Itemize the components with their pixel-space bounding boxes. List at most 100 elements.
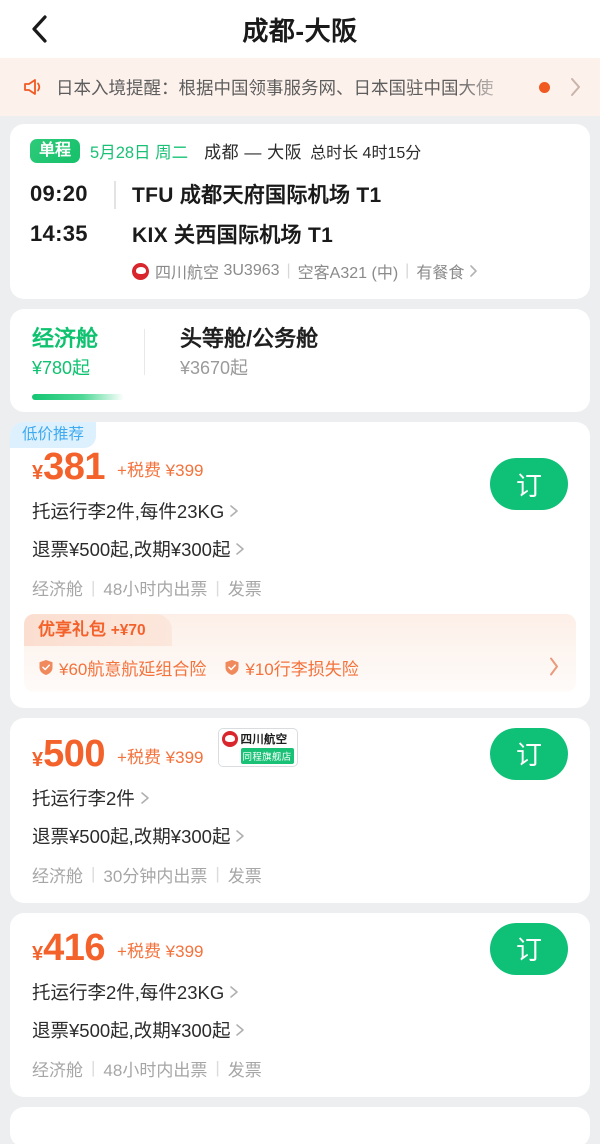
baggage-label: 托运行李2件,每件23KG — [32, 981, 225, 1003]
departure-date: 5月28日 周二 — [90, 143, 189, 162]
gift-package-block[interactable]: 优享礼包 +¥70 ¥60航意航延组合险 ¥10行李损失险 — [24, 614, 576, 692]
divider: | — [91, 1058, 96, 1077]
fare-meta-cabin: 经济舱 — [32, 1060, 83, 1080]
order-button[interactable]: 订 — [490, 727, 568, 780]
order-button[interactable]: 订 — [490, 922, 568, 975]
refund-change-info[interactable]: 退票¥500起,改期¥300起 — [32, 1017, 568, 1043]
chevron-left-icon — [30, 13, 50, 45]
chevron-right-icon — [568, 75, 584, 99]
cabin-class-tabs: 经济舱 ¥780起 头等舱/公务舱 ¥3670起 — [10, 309, 590, 412]
currency-symbol: ¥ — [32, 748, 44, 771]
refund-change-label: 退票¥500起,改期¥300起 — [32, 825, 231, 847]
departure-time: 09:20 — [30, 181, 88, 206]
insurance-item-2: ¥10行李损失险 — [224, 655, 359, 680]
airline-name: 四川航空 — [155, 265, 220, 282]
arrival-time: 14:35 — [30, 221, 88, 246]
fare-price: 416 — [43, 926, 106, 969]
price-row: ¥ 381 +税费 ¥399 — [32, 448, 568, 486]
active-tab-indicator — [32, 393, 124, 400]
baggage-info[interactable]: 托运行李2件 — [32, 785, 568, 811]
meal-info: 有餐食 — [416, 265, 465, 282]
chevron-right-icon — [139, 789, 151, 807]
divider: | — [405, 262, 410, 279]
tab-first-business[interactable]: 头等舱/公务舱 ¥3670起 — [144, 325, 318, 400]
fare-meta-invoice: 发票 — [227, 1060, 262, 1080]
tab-economy-label: 经济舱 — [32, 326, 99, 351]
baggage-label: 托运行李2件,每件23KG — [32, 501, 225, 522]
airline-badge-sub: 同程旗舰店 — [240, 747, 294, 764]
fare-meta-cabin: 经济舱 — [32, 866, 83, 886]
fare-price: 381 — [43, 446, 106, 488]
sichuan-airlines-logo-icon — [221, 730, 238, 747]
divider: | — [215, 577, 220, 597]
insurance-item-1: ¥60航意航延组合险 — [38, 655, 206, 680]
tab-first-business-label: 头等舱/公务舱 — [180, 326, 319, 351]
chevron-right-icon — [234, 827, 246, 845]
chevron-right-icon[interactable] — [546, 653, 562, 684]
airline-badge-name: 四川航空 — [240, 733, 288, 746]
fare-meta-row: 经济舱 | 30分钟内出票 | 发票 — [32, 862, 568, 887]
fare-meta-row: 经济舱 | 48小时内出票 | 发票 — [32, 575, 568, 600]
fare-card: 低价推荐 ¥ 381 +税费 ¥399 托运行李2件,每件23KG 退票¥500… — [10, 421, 590, 708]
gift-package-header: 优享礼包 +¥70 — [24, 614, 172, 646]
currency-symbol: ¥ — [32, 942, 44, 965]
megaphone-icon — [22, 77, 48, 97]
fare-card: ¥ 416 +税费 ¥399 托运行李2件,每件23KG 退票¥500起,改期¥… — [10, 912, 590, 1097]
chevron-right-icon — [228, 983, 240, 1001]
refund-change-label: 退票¥500起,改期¥300起 — [32, 1019, 231, 1041]
fare-meta-invoice: 发票 — [227, 580, 262, 599]
chevron-right-icon — [234, 540, 246, 558]
gift-package-amount: +¥70 — [110, 622, 146, 639]
insurance-label-2: ¥10行李损失险 — [245, 659, 359, 679]
fare-meta-issue: 48小时内出票 — [103, 580, 208, 599]
chevron-right-icon — [234, 1021, 246, 1039]
insurance-label-1: ¥60航意航延组合险 — [59, 659, 207, 679]
divider: | — [215, 864, 220, 883]
divider: | — [91, 864, 96, 883]
fare-meta-cabin: 经济舱 — [32, 580, 83, 599]
navigation-bar: 成都-大阪 — [0, 0, 600, 58]
aircraft-type: 空客A321 (中) — [297, 265, 399, 282]
currency-symbol: ¥ — [32, 462, 44, 484]
refund-change-label: 退票¥500起,改期¥300起 — [32, 539, 231, 560]
price-row: ¥ 416 +税费 ¥399 — [32, 929, 568, 967]
refund-change-info[interactable]: 退票¥500起,改期¥300起 — [32, 823, 568, 849]
flight-detail-card: 单程 5月28日 周二 成都 — 大阪 总时长 4时15分 09:20 TFU … — [10, 124, 590, 299]
baggage-info[interactable]: 托运行李2件,每件23KG — [32, 979, 568, 1005]
back-button[interactable] — [18, 0, 62, 58]
fare-price: 500 — [43, 732, 106, 775]
refund-change-info[interactable]: 退票¥500起,改期¥300起 — [32, 536, 568, 562]
flight-segment-block-arrival: 14:35 KIX 关西国际机场 T1 四川航空 3U3963 | 空客A321… — [10, 209, 590, 283]
baggage-info[interactable]: 托运行李2件,每件23KG — [32, 498, 568, 524]
fare-card: ¥ 500 +税费 ¥399 四川航空 同程旗舰店 托运行李2件 退票¥500起… — [10, 717, 590, 903]
trip-type-badge: 单程 — [30, 138, 81, 163]
fare-meta-issue: 48小时内出票 — [103, 1060, 208, 1080]
fare-meta-issue: 30分钟内出票 — [103, 866, 208, 886]
chevron-right-icon — [228, 502, 240, 520]
notice-unread-dot — [539, 81, 550, 93]
shield-check-icon — [224, 659, 240, 676]
divider: | — [91, 577, 96, 597]
route-summary-row: 单程 5月28日 周二 成都 — 大阪 总时长 4时15分 — [10, 138, 590, 163]
entry-notice-banner[interactable]: 日本入境提醒：根据中国领事服务网、日本国驻中国大使 — [0, 58, 600, 116]
order-button[interactable]: 订 — [490, 458, 568, 510]
baggage-label: 托运行李2件 — [32, 787, 135, 809]
flight-number: 3U3963 — [223, 262, 280, 279]
airline-info-row[interactable]: 四川航空 3U3963 | 空客A321 (中) | 有餐食 — [132, 259, 570, 283]
chevron-right-icon — [468, 263, 478, 279]
price-row: ¥ 500 +税费 ¥399 四川航空 同程旗舰店 — [32, 727, 568, 775]
fare-meta-row: 经济舱 | 48小时内出票 | 发票 — [32, 1056, 568, 1081]
low-price-tag: 低价推荐 — [10, 421, 97, 448]
fare-card-partial — [10, 1106, 590, 1144]
fare-meta-invoice: 发票 — [227, 866, 262, 886]
shield-check-icon — [38, 659, 54, 676]
sichuan-airlines-logo-icon — [132, 262, 149, 280]
tab-economy[interactable]: 经济舱 ¥780起 — [32, 325, 124, 400]
route-cities: 成都 — 大阪 — [204, 143, 303, 162]
arrival-airport: KIX 关西国际机场 T1 — [132, 224, 334, 247]
gift-package-title: 优享礼包 — [38, 620, 106, 639]
tab-economy-price: ¥780起 — [32, 357, 91, 378]
divider: | — [286, 262, 291, 279]
flight-detail-screen: 成都-大阪 日本入境提醒：根据中国领事服务网、日本国驻中国大使 单程 5月28日… — [0, 0, 600, 1144]
notice-text: 日本入境提醒：根据中国领事服务网、日本国驻中国大使 — [56, 77, 494, 98]
